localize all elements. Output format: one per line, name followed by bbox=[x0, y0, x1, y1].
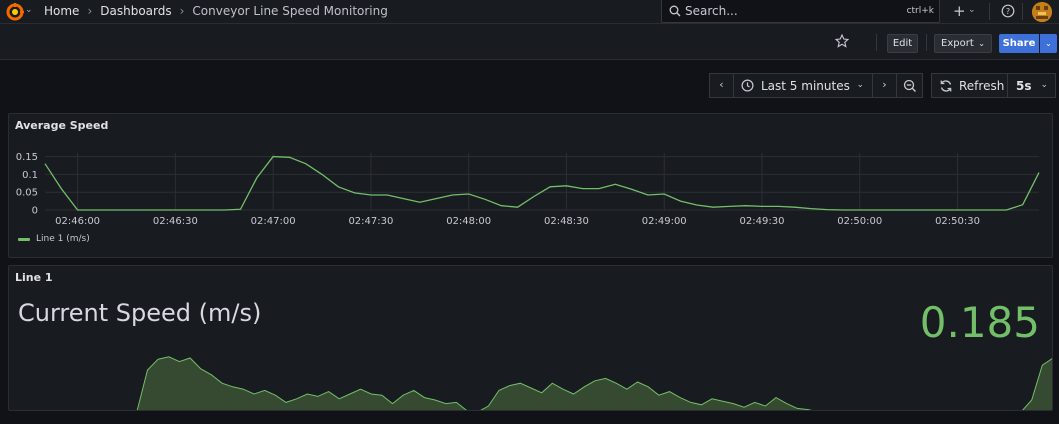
time-range-label: Last 5 minutes bbox=[761, 79, 850, 93]
search-placeholder: Search... bbox=[685, 4, 738, 18]
x-tick-label: 02:47:30 bbox=[348, 216, 393, 227]
y-tick-label: 0.05 bbox=[16, 188, 38, 199]
refresh-interval-label: 5s bbox=[1016, 79, 1032, 93]
chart-legend[interactable]: Line 1 (m/s) bbox=[18, 234, 90, 244]
export-button[interactable]: Export ⌄ bbox=[934, 34, 992, 53]
x-tick-label: 02:47:00 bbox=[251, 216, 296, 227]
refresh-button[interactable]: Refresh bbox=[931, 73, 1008, 98]
chevron-right-icon: › bbox=[87, 4, 93, 18]
stat-label: Current Speed (m/s) bbox=[18, 299, 262, 327]
search-input[interactable]: Search... ctrl+k bbox=[661, 0, 940, 23]
x-tick-label: 02:49:30 bbox=[740, 216, 785, 227]
star-icon[interactable] bbox=[835, 34, 849, 48]
legend-swatch bbox=[18, 237, 30, 241]
breadcrumb-home[interactable]: Home bbox=[44, 4, 79, 18]
share-dropdown-button[interactable]: ⌄ bbox=[1040, 34, 1057, 53]
x-tick-label: 02:46:00 bbox=[55, 216, 100, 227]
panel-average-speed[interactable]: Average Speed 0 0.05 0.1 0.15 02:46:00 02:46:… bbox=[8, 113, 1053, 258]
y-tick-label: 0 bbox=[32, 206, 38, 217]
chevron-down-icon[interactable]: ⌄ bbox=[25, 5, 33, 15]
refresh-icon bbox=[940, 80, 952, 92]
export-label: Export bbox=[941, 38, 974, 49]
x-tick-label: 02:49:00 bbox=[642, 216, 687, 227]
breadcrumb: Home › Dashboards › Conveyor Line Speed … bbox=[44, 4, 388, 18]
divider bbox=[1022, 3, 1023, 20]
share-button[interactable]: Share bbox=[999, 34, 1039, 53]
dashboard-toolbar: Edit Export ⌄ Share ⌄ bbox=[0, 24, 1059, 60]
divider bbox=[926, 34, 927, 51]
svg-text:?: ? bbox=[1006, 7, 1010, 16]
help-icon[interactable]: ? bbox=[1001, 4, 1015, 18]
x-tick-label: 02:50:00 bbox=[837, 216, 882, 227]
edit-button[interactable]: Edit bbox=[887, 34, 918, 53]
zoom-out-button[interactable] bbox=[896, 73, 923, 98]
average-speed-chart[interactable]: 0 0.05 0.1 0.15 02:46:00 02:46:30 02:47:00 02:4… bbox=[9, 114, 1054, 259]
plus-icon[interactable]: + bbox=[953, 2, 966, 20]
y-tick-label: 0.1 bbox=[22, 170, 38, 181]
time-range-picker[interactable]: Last 5 minutes ⌄ bbox=[733, 73, 873, 98]
current-speed-sparkline bbox=[136, 356, 1052, 410]
grafana-logo-icon[interactable] bbox=[6, 3, 24, 21]
series-line-line-1 bbox=[44, 155, 1040, 211]
chevron-down-icon: ⌄ bbox=[1040, 80, 1048, 90]
divider bbox=[876, 34, 877, 51]
x-tick-label: 02:50:30 bbox=[935, 216, 980, 227]
chevron-down-icon: ⌄ bbox=[856, 80, 864, 90]
chevron-left-icon: ‹ bbox=[719, 78, 724, 91]
clock-icon bbox=[741, 79, 754, 92]
chevron-right-icon: › bbox=[179, 4, 185, 18]
legend-label: Line 1 (m/s) bbox=[36, 234, 90, 244]
refresh-label: Refresh bbox=[959, 79, 1005, 93]
chevron-down-icon: ⌄ bbox=[978, 39, 985, 48]
x-tick-label: 02:48:30 bbox=[544, 216, 589, 227]
zoom-out-icon bbox=[903, 79, 916, 92]
panel-line-1[interactable]: Line 1 Current Speed (m/s) 0.185 bbox=[8, 265, 1053, 411]
top-navbar: ⌄ Home › Dashboards › Conveyor Line Spee… bbox=[0, 0, 1059, 24]
breadcrumb-dashboards[interactable]: Dashboards bbox=[100, 4, 171, 18]
search-icon bbox=[669, 5, 681, 17]
refresh-interval-picker[interactable]: 5s ⌄ bbox=[1007, 73, 1056, 98]
search-shortcut: ctrl+k bbox=[906, 6, 934, 16]
avatar[interactable] bbox=[1032, 2, 1052, 22]
x-tick-label: 02:46:30 bbox=[153, 216, 198, 227]
time-range-back-button[interactable]: ‹ bbox=[709, 73, 734, 98]
x-tick-label: 02:48:00 bbox=[446, 216, 491, 227]
stat-value: 0.185 bbox=[919, 298, 1040, 347]
sparkline-area bbox=[137, 356, 1052, 410]
chevron-right-icon: › bbox=[882, 78, 887, 91]
divider bbox=[989, 3, 990, 20]
y-tick-label: 0.15 bbox=[16, 152, 38, 163]
time-range-forward-button[interactable]: › bbox=[872, 73, 897, 98]
chevron-down-icon[interactable]: ⌄ bbox=[968, 5, 976, 15]
breadcrumb-current: Conveyor Line Speed Monitoring bbox=[192, 4, 388, 18]
